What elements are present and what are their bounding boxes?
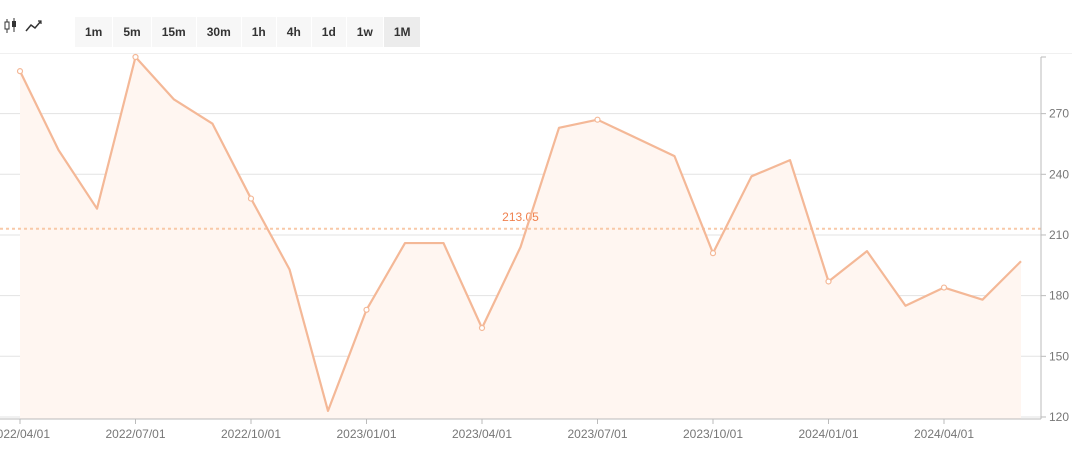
y-tick-label-180: 180: [1049, 289, 1069, 303]
x-tick-label-2024/01/01: 2024/01/01: [798, 427, 858, 441]
data-point-2023/04/01: [478, 324, 486, 332]
y-tick-label-120: 120: [1049, 410, 1069, 424]
x-tick-label-2023/10/01: 2023/10/01: [683, 427, 743, 441]
y-tick-label-270: 270: [1049, 107, 1069, 121]
x-tick-label-2023/07/01: 2023/07/01: [567, 427, 627, 441]
data-point-2023/07/01: [594, 116, 601, 123]
y-tick-label-240: 240: [1049, 167, 1069, 181]
area-fill: [20, 57, 1021, 419]
y-tick-label-210: 210: [1049, 228, 1069, 242]
price-area-chart: 213.05 120 150 180 210 240 270 2022/04/01 2022/…: [0, 53, 1069, 441]
x-tick-label-2023/01/01: 2023/01/01: [336, 427, 396, 441]
x-tick-label-2022/10/01: 2022/10/01: [221, 427, 281, 441]
data-point-2022/04/01: [16, 68, 24, 75]
data-point-2023/10/01: [709, 250, 717, 257]
x-tick-label-2024/04/01: 2024/04/01: [914, 427, 974, 441]
x-tick-label-2022/04/01: 2022/04/01: [0, 427, 50, 441]
data-point-2024/04/01: [940, 284, 948, 291]
x-tick-label-2023/04/01: 2023/04/01: [452, 427, 512, 441]
data-point-2022/10/01: [247, 195, 255, 202]
data-point-2023/01/01: [363, 306, 370, 313]
data-point-2022/07/01: [132, 53, 139, 61]
reference-line-label: 213.05: [502, 210, 539, 224]
x-tick-label-2022/07/01: 2022/07/01: [105, 427, 165, 441]
y-tick-label-150: 150: [1049, 349, 1069, 363]
data-point-2024/01/01: [825, 278, 832, 285]
